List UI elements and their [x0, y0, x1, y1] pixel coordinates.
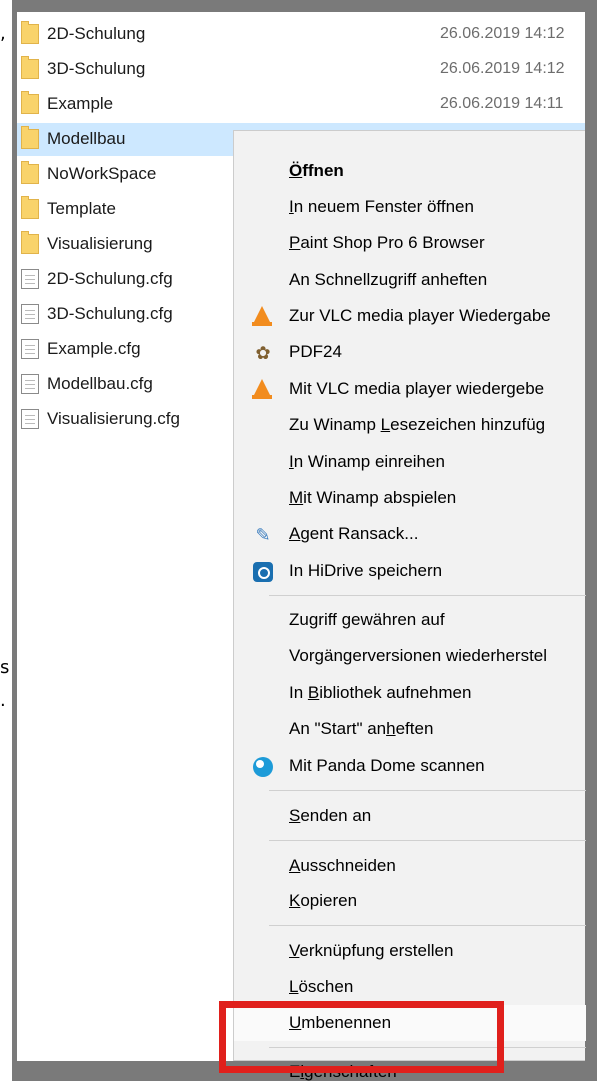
- menu-label: Ausschneiden: [289, 856, 396, 875]
- menu-label: Vorgängerversionen wiederherstel: [289, 646, 548, 665]
- file-date: 26.06.2019 14:11: [440, 95, 564, 112]
- menu-item-open-new-window[interactable]: In neuem Fenster öffnen: [234, 189, 586, 225]
- menu-label: Öffnen: [289, 161, 344, 180]
- file-name: 3D-Schulung.cfg: [47, 304, 173, 323]
- file-name: Template: [47, 199, 116, 218]
- menu-label: Mit Panda Dome scannen: [289, 756, 485, 775]
- menu-item-pin-quick-access[interactable]: An Schnellzugriff anheften: [234, 262, 586, 298]
- folder-icon: [21, 91, 39, 114]
- menu-item-pdf24[interactable]: ✿ PDF24: [234, 334, 586, 370]
- file-row[interactable]: 3D-Schulung 26.06.2019 14:12: [17, 53, 585, 86]
- file-name: Modellbau.cfg: [47, 374, 153, 393]
- file-row[interactable]: 2D-Schulung 26.06.2019 14:12: [17, 18, 585, 51]
- folder-icon: [21, 21, 39, 44]
- menu-label: In Bibliothek aufnehmen: [289, 683, 472, 702]
- menu-label: Zur VLC media player Wiedergabe: [289, 306, 551, 325]
- menu-item-cut[interactable]: Ausschneiden: [234, 848, 586, 884]
- menu-separator: [269, 925, 586, 926]
- menu-item-send-to[interactable]: Senden an: [234, 798, 586, 834]
- menu-label: Kopieren: [289, 891, 358, 910]
- menu-label: Löschen: [289, 977, 354, 996]
- folder-icon: [21, 231, 39, 254]
- menu-label: Senden an: [289, 806, 372, 825]
- menu-label: Mit VLC media player wiedergebe: [289, 379, 545, 398]
- pdf24-icon: ✿: [255, 343, 271, 363]
- window-frame-right: [585, 0, 597, 1081]
- annotation-highlight-box: [219, 1001, 504, 1073]
- folder-icon: [21, 56, 39, 79]
- menu-item-grant-access[interactable]: Zugriff gewähren auf: [234, 602, 586, 638]
- menu-separator: [269, 790, 586, 791]
- folder-icon: [21, 196, 39, 219]
- document-icon: [21, 269, 39, 289]
- edge-glyph: s: [0, 657, 10, 678]
- menu-label: In Winamp einreihen: [289, 452, 445, 471]
- menu-label: In neuem Fenster öffnen: [289, 197, 474, 216]
- menu-label: Zu Winamp Lesezeichen hinzufüg: [289, 415, 546, 434]
- menu-item-pin-start[interactable]: An "Start" anheften: [234, 711, 586, 747]
- agent-ransack-icon: ✎: [255, 525, 271, 545]
- menu-label: Agent Ransack...: [289, 524, 419, 543]
- menu-item-include-library[interactable]: In Bibliothek aufnehmen: [234, 675, 586, 711]
- file-name: 2D-Schulung.cfg: [47, 269, 173, 288]
- folder-icon: [21, 126, 39, 149]
- menu-item-restore-versions[interactable]: Vorgängerversionen wiederherstel: [234, 638, 586, 674]
- file-name: Example.cfg: [47, 339, 141, 358]
- document-icon: [21, 339, 39, 359]
- menu-item-hidrive[interactable]: In HiDrive speichern: [234, 553, 586, 589]
- menu-label: Zugriff gewähren auf: [289, 610, 445, 629]
- edge-glyph: .: [0, 690, 6, 711]
- document-icon: [21, 409, 39, 429]
- menu-label: An "Start" anheften: [289, 719, 434, 738]
- menu-item-winamp-play[interactable]: Mit Winamp abspielen: [234, 480, 586, 516]
- left-margin: , s .: [0, 0, 12, 1081]
- file-name: Example: [47, 94, 114, 113]
- menu-item-delete[interactable]: Löschen: [234, 969, 586, 1005]
- menu-item-vlc-add-playlist[interactable]: Zur VLC media player Wiedergabe: [234, 298, 586, 334]
- context-menu: Öffnen In neuem Fenster öffnen Paint Sho…: [233, 130, 586, 1081]
- window-frame-top: [12, 0, 597, 12]
- file-date: 26.06.2019 14:12: [440, 60, 565, 77]
- document-icon: [21, 374, 39, 394]
- menu-item-copy[interactable]: Kopieren: [234, 883, 586, 919]
- vlc-icon: [252, 379, 272, 399]
- file-name: 3D-Schulung: [47, 59, 146, 78]
- vlc-icon: [252, 306, 272, 326]
- edge-glyph: ,: [0, 23, 6, 44]
- file-name: Visualisierung.cfg: [47, 409, 180, 428]
- file-name: 2D-Schulung: [47, 24, 146, 43]
- menu-label: Mit Winamp abspielen: [289, 488, 457, 507]
- menu-item-winamp-bookmark[interactable]: Zu Winamp Lesezeichen hinzufüg: [234, 407, 586, 443]
- folder-icon: [21, 161, 39, 184]
- menu-label: Verknüpfung erstellen: [289, 941, 454, 960]
- menu-item-open[interactable]: Öffnen: [234, 153, 586, 189]
- menu-label: In HiDrive speichern: [289, 561, 443, 580]
- menu-item-agent-ransack[interactable]: ✎ Agent Ransack...: [234, 516, 586, 552]
- file-name: NoWorkSpace: [47, 164, 157, 183]
- menu-item-panda-scan[interactable]: Mit Panda Dome scannen: [234, 748, 586, 784]
- menu-label: An Schnellzugriff anheften: [289, 270, 488, 289]
- file-name: Visualisierung: [47, 234, 153, 253]
- file-name: Modellbau: [47, 129, 126, 148]
- panda-dome-icon: [253, 757, 273, 777]
- file-date: 26.06.2019 14:12: [440, 25, 565, 42]
- hidrive-icon: [253, 562, 273, 582]
- document-icon: [21, 304, 39, 324]
- menu-label: Paint Shop Pro 6 Browser: [289, 233, 485, 252]
- file-row[interactable]: Example 26.06.2019 14:11: [17, 88, 585, 121]
- menu-separator: [269, 840, 586, 841]
- file-explorer-list: 2D-Schulung 26.06.2019 14:12 3D-Schulung…: [17, 12, 586, 1081]
- menu-item-create-shortcut[interactable]: Verknüpfung erstellen: [234, 933, 586, 969]
- menu-item-vlc-play[interactable]: Mit VLC media player wiedergebe: [234, 371, 586, 407]
- menu-label: PDF24: [289, 342, 342, 361]
- menu-item-winamp-enqueue[interactable]: In Winamp einreihen: [234, 444, 586, 480]
- menu-separator: [269, 595, 586, 596]
- menu-item-paint-shop-pro-browser[interactable]: Paint Shop Pro 6 Browser: [234, 225, 586, 261]
